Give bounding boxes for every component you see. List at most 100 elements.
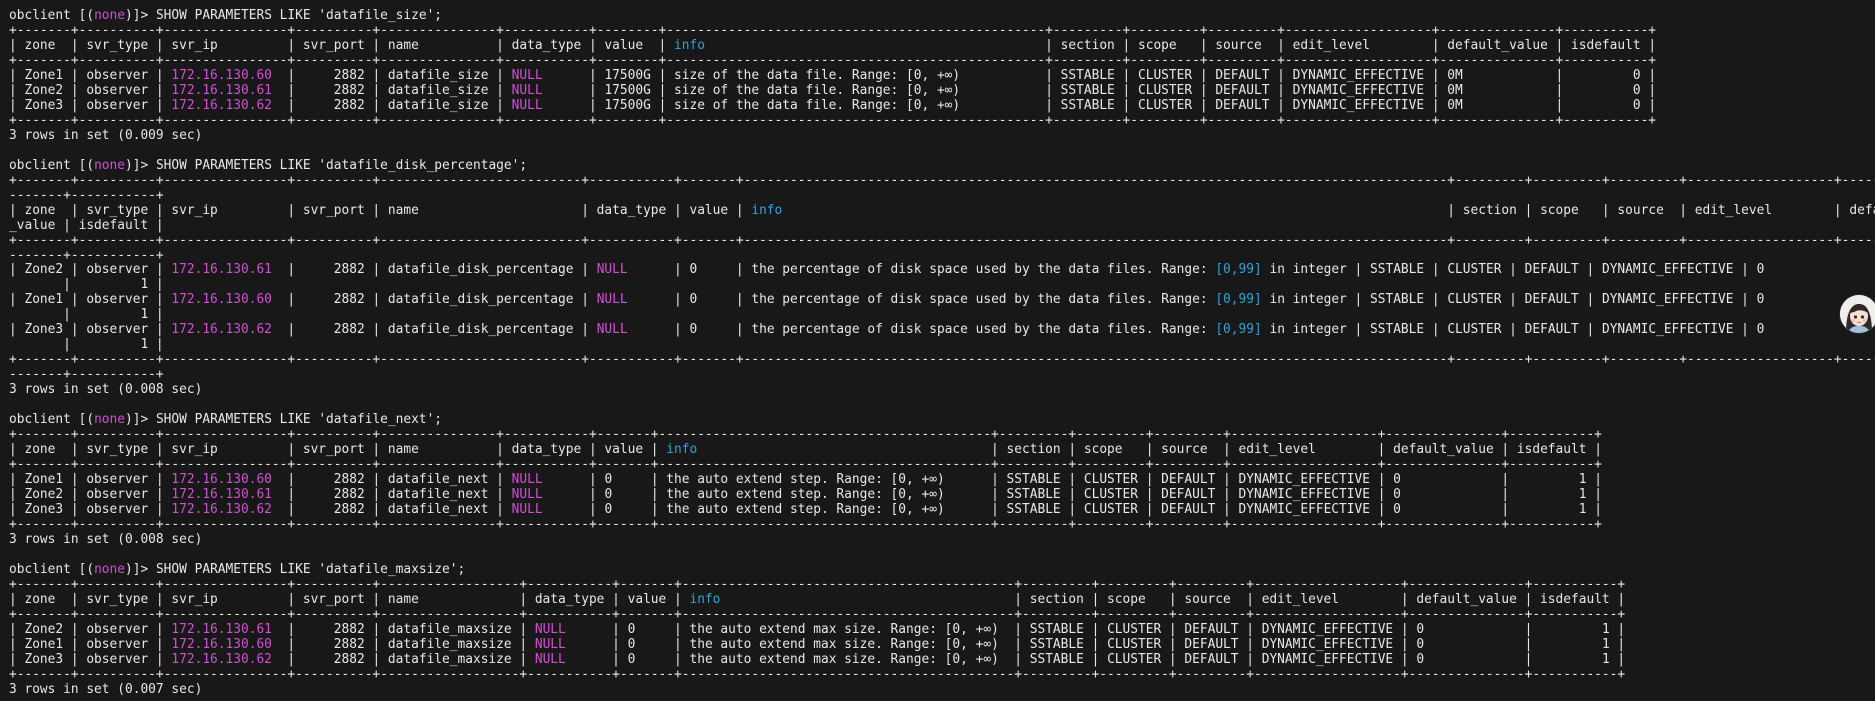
- table-row: | 2882 | datafile_maxsize |: [271, 621, 535, 637]
- table-row: in integer | SSTABLE | CLUSTER | DEFAULT…: [1261, 322, 1765, 338]
- table-border: +-------+----------+----------------+---…: [9, 352, 1875, 383]
- sql-command: SHOW PARAMETERS LIKE 'datafile_maxsize';: [155, 561, 466, 577]
- table-row: | Zone1 | observer |: [9, 472, 172, 488]
- table-row: in integer | SSTABLE | CLUSTER | DEFAULT…: [1261, 292, 1765, 308]
- null-keyword: NULL: [511, 487, 543, 502]
- prompt-prefix: obclient [(: [9, 8, 95, 23]
- svr-ip-value: 172.16.130.60: [171, 292, 272, 308]
- prompt-suffix: )]>: [125, 157, 156, 173]
- table-row: | Zone3 | observer |: [9, 651, 172, 667]
- table-header: | zone | svr_type | svr_ip | svr_port | …: [9, 202, 752, 218]
- info-column-header: info: [674, 37, 705, 53]
- table-row: | 17500G | size of the data file. Range:…: [542, 82, 1657, 98]
- table-row: | 2882 | datafile_next |: [271, 472, 512, 488]
- table-row: | Zone1 | observer |: [9, 67, 172, 83]
- table-header: | section | scope | source | edit_level …: [704, 37, 1657, 53]
- terminal-output[interactable]: obclient [(none)]> SHOW PARAMETERS LIKE …: [9, 8, 1875, 701]
- table-row: | 2882 | datafile_maxsize |: [271, 651, 535, 667]
- range-value: [0,99]: [1215, 322, 1262, 338]
- svr-ip-value: 172.16.130.60: [171, 636, 272, 652]
- table-row: | 17500G | size of the data file. Range:…: [542, 67, 1657, 83]
- svr-ip-value: 172.16.130.61: [171, 262, 272, 278]
- svr-ip-value: 172.16.130.61: [171, 487, 272, 502]
- range-value: [0,99]: [1215, 262, 1262, 278]
- prompt-database: none: [94, 561, 125, 577]
- range-value: [0,99]: [1215, 292, 1262, 308]
- table-border: +-------+----------+----------------+---…: [9, 172, 1875, 203]
- svr-ip-value: 172.16.130.62: [171, 501, 272, 517]
- table-row: | 2882 | datafile_size |: [271, 67, 512, 83]
- table-row: | 0 | the auto extend max size. Range: […: [565, 651, 1626, 667]
- svr-ip-value: 172.16.130.61: [171, 82, 272, 98]
- prompt-database: none: [94, 412, 125, 428]
- null-keyword: NULL: [511, 97, 543, 113]
- null-keyword: NULL: [511, 501, 543, 517]
- table-row: | 2882 | datafile_disk_percentage |: [271, 262, 597, 278]
- result-summary: 3 rows in set (0.008 sec): [9, 382, 203, 398]
- table-row: | Zone3 | observer |: [9, 97, 172, 113]
- table-header: | zone | svr_type | svr_ip | svr_port | …: [9, 591, 690, 607]
- girl-avatar-icon: [1840, 295, 1875, 333]
- info-column-header: info: [666, 442, 698, 458]
- table-row: | Zone2 | observer |: [9, 82, 172, 98]
- table-row: | 0 | the percentage of disk space used …: [627, 292, 1216, 308]
- table-row: | 1 |: [9, 337, 164, 353]
- terminal-window[interactable]: obclient [(none)]> SHOW PARAMETERS LIKE …: [0, 0, 1875, 701]
- table-row: | 2882 | datafile_next |: [271, 487, 512, 502]
- table-row: | Zone2 | observer |: [9, 487, 172, 502]
- table-row: | Zone3 | observer |: [9, 501, 172, 517]
- svr-ip-value: 172.16.130.62: [171, 651, 272, 667]
- prompt-suffix: )]>: [125, 8, 156, 23]
- table-border: +-------+----------+----------------+---…: [9, 112, 1657, 128]
- table-row: | 2882 | datafile_size |: [271, 82, 512, 98]
- avatar-icon[interactable]: [1840, 295, 1875, 333]
- null-keyword: NULL: [534, 636, 566, 652]
- table-border: +-------+----------+----------------+---…: [9, 427, 1602, 443]
- null-keyword: NULL: [534, 621, 566, 637]
- table-row: | 0 | the auto extend max size. Range: […: [565, 621, 1626, 637]
- svr-ip-value: 172.16.130.62: [171, 97, 272, 113]
- table-header: | section | scope | source | edit_level …: [697, 442, 1602, 458]
- table-row: | 0 | the auto extend step. Range: [0, +…: [542, 472, 1602, 488]
- table-row: | 2882 | datafile_disk_percentage |: [271, 292, 597, 308]
- null-keyword: NULL: [511, 472, 543, 488]
- svr-ip-value: 172.16.130.62: [171, 322, 272, 338]
- info-column-header: info: [751, 202, 783, 218]
- prompt-prefix: obclient [(: [9, 412, 95, 428]
- table-border: +-------+----------+----------------+---…: [9, 666, 1626, 682]
- null-keyword: NULL: [511, 82, 543, 98]
- table-row: | 2882 | datafile_maxsize |: [271, 636, 535, 652]
- table-row: | Zone2 | observer |: [9, 621, 172, 637]
- table-row: | Zone1 | observer |: [9, 292, 172, 308]
- prompt-suffix: )]>: [125, 561, 156, 577]
- sql-command: SHOW PARAMETERS LIKE 'datafile_size';: [155, 8, 443, 23]
- table-row: | Zone3 | observer |: [9, 322, 172, 338]
- prompt-prefix: obclient [(: [9, 561, 95, 577]
- table-border: +-------+----------+----------------+---…: [9, 22, 1657, 38]
- table-row: | 2882 | datafile_next |: [271, 501, 512, 517]
- table-border: +-------+----------+----------------+---…: [9, 516, 1602, 532]
- result-summary: 3 rows in set (0.007 sec): [9, 681, 203, 697]
- table-row: | 2882 | datafile_size |: [271, 97, 512, 113]
- table-row: | 1 |: [9, 307, 164, 323]
- result-summary: 3 rows in set (0.008 sec): [9, 531, 203, 547]
- table-row: | 17500G | size of the data file. Range:…: [542, 97, 1657, 113]
- table-row: | Zone1 | observer |: [9, 636, 172, 652]
- table-row: | 2882 | datafile_disk_percentage |: [271, 322, 597, 338]
- table-header: | zone | svr_type | svr_ip | svr_port | …: [9, 37, 675, 53]
- table-header: _value | isdefault |: [9, 217, 164, 233]
- table-row: in integer | SSTABLE | CLUSTER | DEFAULT…: [1261, 262, 1765, 278]
- table-border: +-------+----------+----------------+---…: [9, 457, 1602, 473]
- svr-ip-value: 172.16.130.60: [171, 67, 272, 83]
- prompt-suffix: )]>: [125, 412, 156, 428]
- table-border: +-------+----------+----------------+---…: [9, 232, 1875, 263]
- prompt-database: none: [94, 157, 125, 173]
- table-row: | 0 | the auto extend step. Range: [0, +…: [542, 487, 1602, 502]
- null-keyword: NULL: [596, 262, 628, 278]
- table-row: | Zone2 | observer |: [9, 262, 172, 278]
- table-header: | section | scope | source | edit_level …: [720, 591, 1626, 607]
- prompt-database: none: [94, 8, 125, 23]
- table-border: +-------+----------+----------------+---…: [9, 606, 1626, 622]
- table-border: +-------+----------+----------------+---…: [9, 52, 1657, 68]
- table-border: +-------+----------+----------------+---…: [9, 576, 1626, 592]
